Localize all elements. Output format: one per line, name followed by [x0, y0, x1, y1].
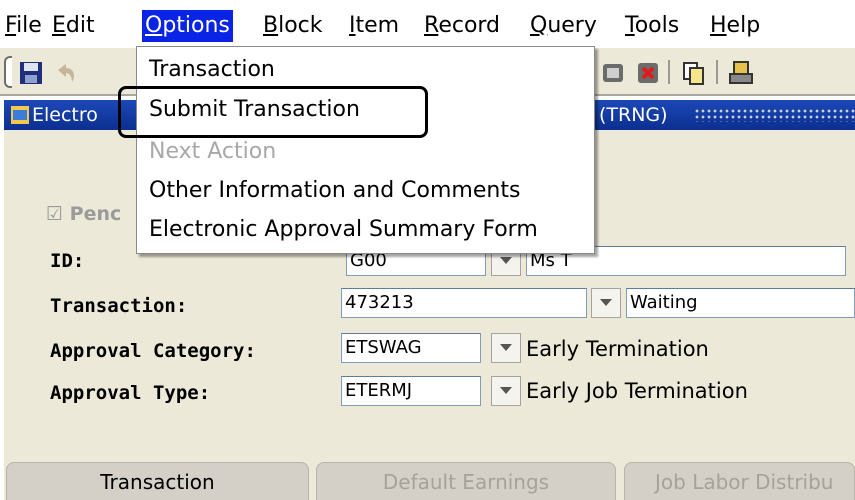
menu-item-other-information[interactable]: Other Information and Comments: [149, 178, 520, 203]
tab-transaction[interactable]: Transaction: [6, 462, 309, 500]
approval-category-description: Early Termination: [526, 337, 709, 361]
menubar: File Edit Options Block Item Record Quer…: [0, 0, 855, 48]
transaction-label: Transaction:: [50, 295, 188, 317]
toolbar-separator: [668, 60, 670, 84]
toolbar-separator: [716, 60, 718, 84]
menu-help[interactable]: Help: [707, 10, 763, 42]
menu-item-transaction[interactable]: Transaction: [149, 57, 275, 82]
menu-edit[interactable]: Edit: [49, 10, 98, 42]
approval-category-lookup-button[interactable]: [491, 333, 521, 363]
window-title-instance: (TRNG): [599, 104, 668, 126]
options-dropdown-menu: Transaction Submit Transaction Next Acti…: [136, 46, 595, 254]
approval-type-field[interactable]: ETERMJ: [341, 376, 481, 406]
tab-job-labor-distribution[interactable]: Job Labor Distribu: [624, 462, 855, 500]
window-title: Electro: [32, 104, 98, 126]
tab-default-earnings[interactable]: Default Earnings: [316, 462, 616, 500]
transaction-lookup-button[interactable]: [591, 288, 621, 318]
menu-file[interactable]: File: [2, 10, 45, 42]
menu-query[interactable]: Query: [527, 10, 600, 42]
delete-record-icon[interactable]: [635, 60, 661, 86]
print-icon[interactable]: [728, 60, 754, 86]
menu-record[interactable]: Record: [421, 10, 503, 42]
rollback-icon[interactable]: [52, 60, 78, 86]
approval-category-field[interactable]: ETSWAG: [341, 333, 481, 363]
menu-item-next-action: Next Action: [149, 139, 277, 164]
transaction-status-field: Waiting: [626, 288, 855, 318]
save-icon[interactable]: [18, 60, 44, 86]
menu-block[interactable]: Block: [260, 10, 326, 42]
menu-item[interactable]: Item: [346, 10, 402, 42]
approval-type-lookup-button[interactable]: [491, 376, 521, 406]
query-icon[interactable]: [600, 60, 626, 86]
title-bar-grip: [694, 108, 855, 122]
pending-checkbox[interactable]: ☑ Penc: [46, 203, 121, 225]
menu-tools[interactable]: Tools: [622, 10, 682, 42]
transaction-field[interactable]: 473213: [341, 288, 587, 318]
window-icon: [11, 106, 29, 124]
copy-icon[interactable]: [680, 60, 706, 86]
approval-type-label: Approval Type:: [50, 382, 211, 404]
id-label: ID:: [50, 250, 85, 272]
approval-type-description: Early Job Termination: [526, 379, 748, 403]
highlight-outline: [118, 86, 428, 138]
menu-options[interactable]: Options: [142, 10, 233, 42]
menu-item-approval-summary-form[interactable]: Electronic Approval Summary Form: [149, 217, 538, 242]
approval-category-label: Approval Category:: [50, 340, 256, 362]
toolbar-edge: [4, 56, 12, 88]
